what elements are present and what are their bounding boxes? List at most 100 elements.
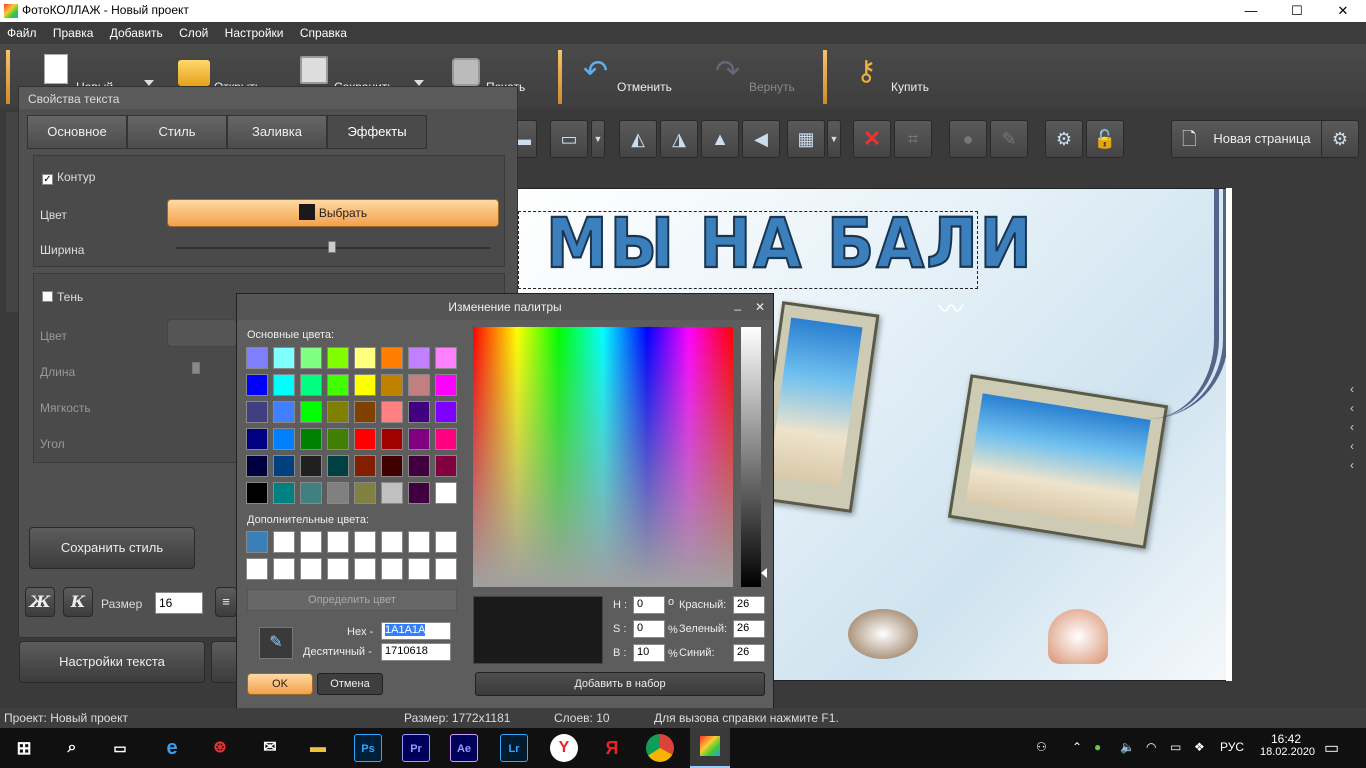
basic-color-swatch[interactable] [354,374,376,396]
basic-color-swatch[interactable] [435,482,457,504]
chevron-down-icon[interactable]: ▼ [827,120,841,158]
basic-color-swatch[interactable] [327,401,349,423]
basic-color-swatch[interactable] [246,401,268,423]
basic-color-swatch[interactable] [435,347,457,369]
align-bottom-icon[interactable]: ▭ [550,120,588,158]
h-input[interactable]: 0 [633,596,665,614]
flip-vertical-icon[interactable]: ◀ [742,120,780,158]
custom-color-swatch[interactable] [408,531,430,553]
basic-color-swatch[interactable] [435,401,457,423]
side-panel-arrows[interactable]: ‹ ‹ ‹ ‹ ‹ [1350,380,1364,475]
palette-minimize-button[interactable]: _ [734,291,741,317]
color-spectrum[interactable] [473,327,733,587]
choose-color-button[interactable]: Выбрать [167,199,499,227]
basic-color-swatch[interactable] [246,455,268,477]
chrome-icon[interactable] [646,734,674,762]
basic-color-swatch[interactable] [381,482,403,504]
custom-color-swatch[interactable] [300,531,322,553]
s-input[interactable]: 0 [633,620,665,638]
menu-file[interactable]: Файл [0,22,43,40]
basic-color-swatch[interactable] [354,482,376,504]
width-slider-handle[interactable] [328,241,336,253]
basic-color-swatch[interactable] [435,455,457,477]
custom-color-swatch[interactable] [408,558,430,580]
palette-close-button[interactable]: ✕ [755,294,765,320]
folder-icon[interactable]: ▬ [304,734,332,762]
basic-color-swatch[interactable] [354,455,376,477]
align-text-icon[interactable]: ≡ [215,587,237,617]
delete-icon[interactable]: ✕ [853,120,891,158]
task-view-icon[interactable]: ▭ [106,734,134,762]
magic-icon[interactable]: ✎ [990,120,1028,158]
font-size-stepper[interactable]: 16 [155,592,203,614]
menu-layer[interactable]: Слой [172,22,214,40]
windows-start-icon[interactable]: ⊞ [10,734,38,762]
italic-button[interactable]: К [63,587,93,617]
basic-color-swatch[interactable] [354,347,376,369]
chevron-down-icon[interactable]: ▼ [591,120,605,158]
minimize-button[interactable]: — [1228,0,1274,22]
b-input[interactable]: 10 [633,644,665,662]
network-icon[interactable]: ◠ [1146,740,1156,754]
bold-button[interactable]: Ж [25,587,55,617]
basic-color-swatch[interactable] [408,455,430,477]
page-settings-icon[interactable]: ⚙ [1321,120,1359,158]
custom-color-swatch[interactable] [246,558,268,580]
basic-color-swatch[interactable] [273,482,295,504]
mail-icon[interactable]: ✉ [256,734,284,762]
custom-color-swatch[interactable] [354,531,376,553]
basic-color-swatch[interactable] [246,428,268,450]
basic-color-swatch[interactable] [327,347,349,369]
unlock-icon[interactable]: 🔓 [1086,120,1124,158]
custom-color-swatch[interactable] [273,531,295,553]
green-input[interactable]: 26 [733,620,765,638]
tab-style[interactable]: Стиль [127,115,227,149]
add-to-set-button[interactable]: Добавить в набор [475,672,765,696]
rotate-left-icon[interactable]: ◭ [619,120,657,158]
canvas-heading-text[interactable]: МЫ НА БАЛИ [545,202,1034,284]
hex-input[interactable]: 1A1A1A [381,622,451,640]
basic-color-swatch[interactable] [327,428,349,450]
maximize-button[interactable]: ☐ [1274,0,1320,22]
frame-icon[interactable]: ▦ [787,120,825,158]
crop-icon[interactable]: ⌗ [894,120,932,158]
menu-add[interactable]: Добавить [103,22,169,40]
language-indicator[interactable]: РУС [1220,740,1244,754]
basic-color-swatch[interactable] [381,374,403,396]
blue-input[interactable]: 26 [733,644,765,662]
basic-color-swatch[interactable] [354,428,376,450]
length-slider-handle[interactable] [192,362,200,374]
basic-color-swatch[interactable] [435,374,457,396]
basic-color-swatch[interactable] [300,401,322,423]
people-icon[interactable]: ⚇ [1036,740,1047,754]
gear-icon[interactable]: ⚙ [1045,120,1083,158]
custom-color-swatch[interactable] [327,531,349,553]
undo-button[interactable]: ↶ Отменить [583,54,683,100]
photoshop-icon[interactable]: Ps [354,734,382,762]
tab-effects[interactable]: Эффекты [327,115,427,149]
lightroom-icon[interactable]: Lr [500,734,528,762]
save-style-button[interactable]: Сохранить стиль [29,527,195,569]
buy-button[interactable]: ⚷ Купить [856,54,946,100]
rotate-right-icon[interactable]: ◮ [660,120,698,158]
notification-icon[interactable]: ▭ [1324,738,1339,758]
close-button[interactable]: ✕ [1320,0,1366,22]
eyedropper-icon[interactable]: ✎ [259,627,293,659]
basic-color-swatch[interactable] [381,428,403,450]
ok-button[interactable]: OK [247,673,313,695]
tab-fill[interactable]: Заливка [227,115,327,149]
basic-color-swatch[interactable] [246,347,268,369]
custom-color-swatch[interactable] [327,558,349,580]
search-icon[interactable]: ⌕ [58,734,86,762]
redo-button[interactable]: ↷ Вернуть [715,54,805,100]
basic-color-swatch[interactable] [300,482,322,504]
after-effects-icon[interactable]: Ae [450,734,478,762]
shadow-checkbox[interactable]: Тень [42,290,83,304]
clock[interactable]: 16:42 18.02.2020 [1260,732,1315,758]
basic-color-swatch[interactable] [408,482,430,504]
basic-color-swatch[interactable] [246,374,268,396]
basic-color-swatch[interactable] [273,428,295,450]
basic-color-swatch[interactable] [408,374,430,396]
custom-color-swatch[interactable] [354,558,376,580]
yandex-icon[interactable]: Я [598,734,626,762]
